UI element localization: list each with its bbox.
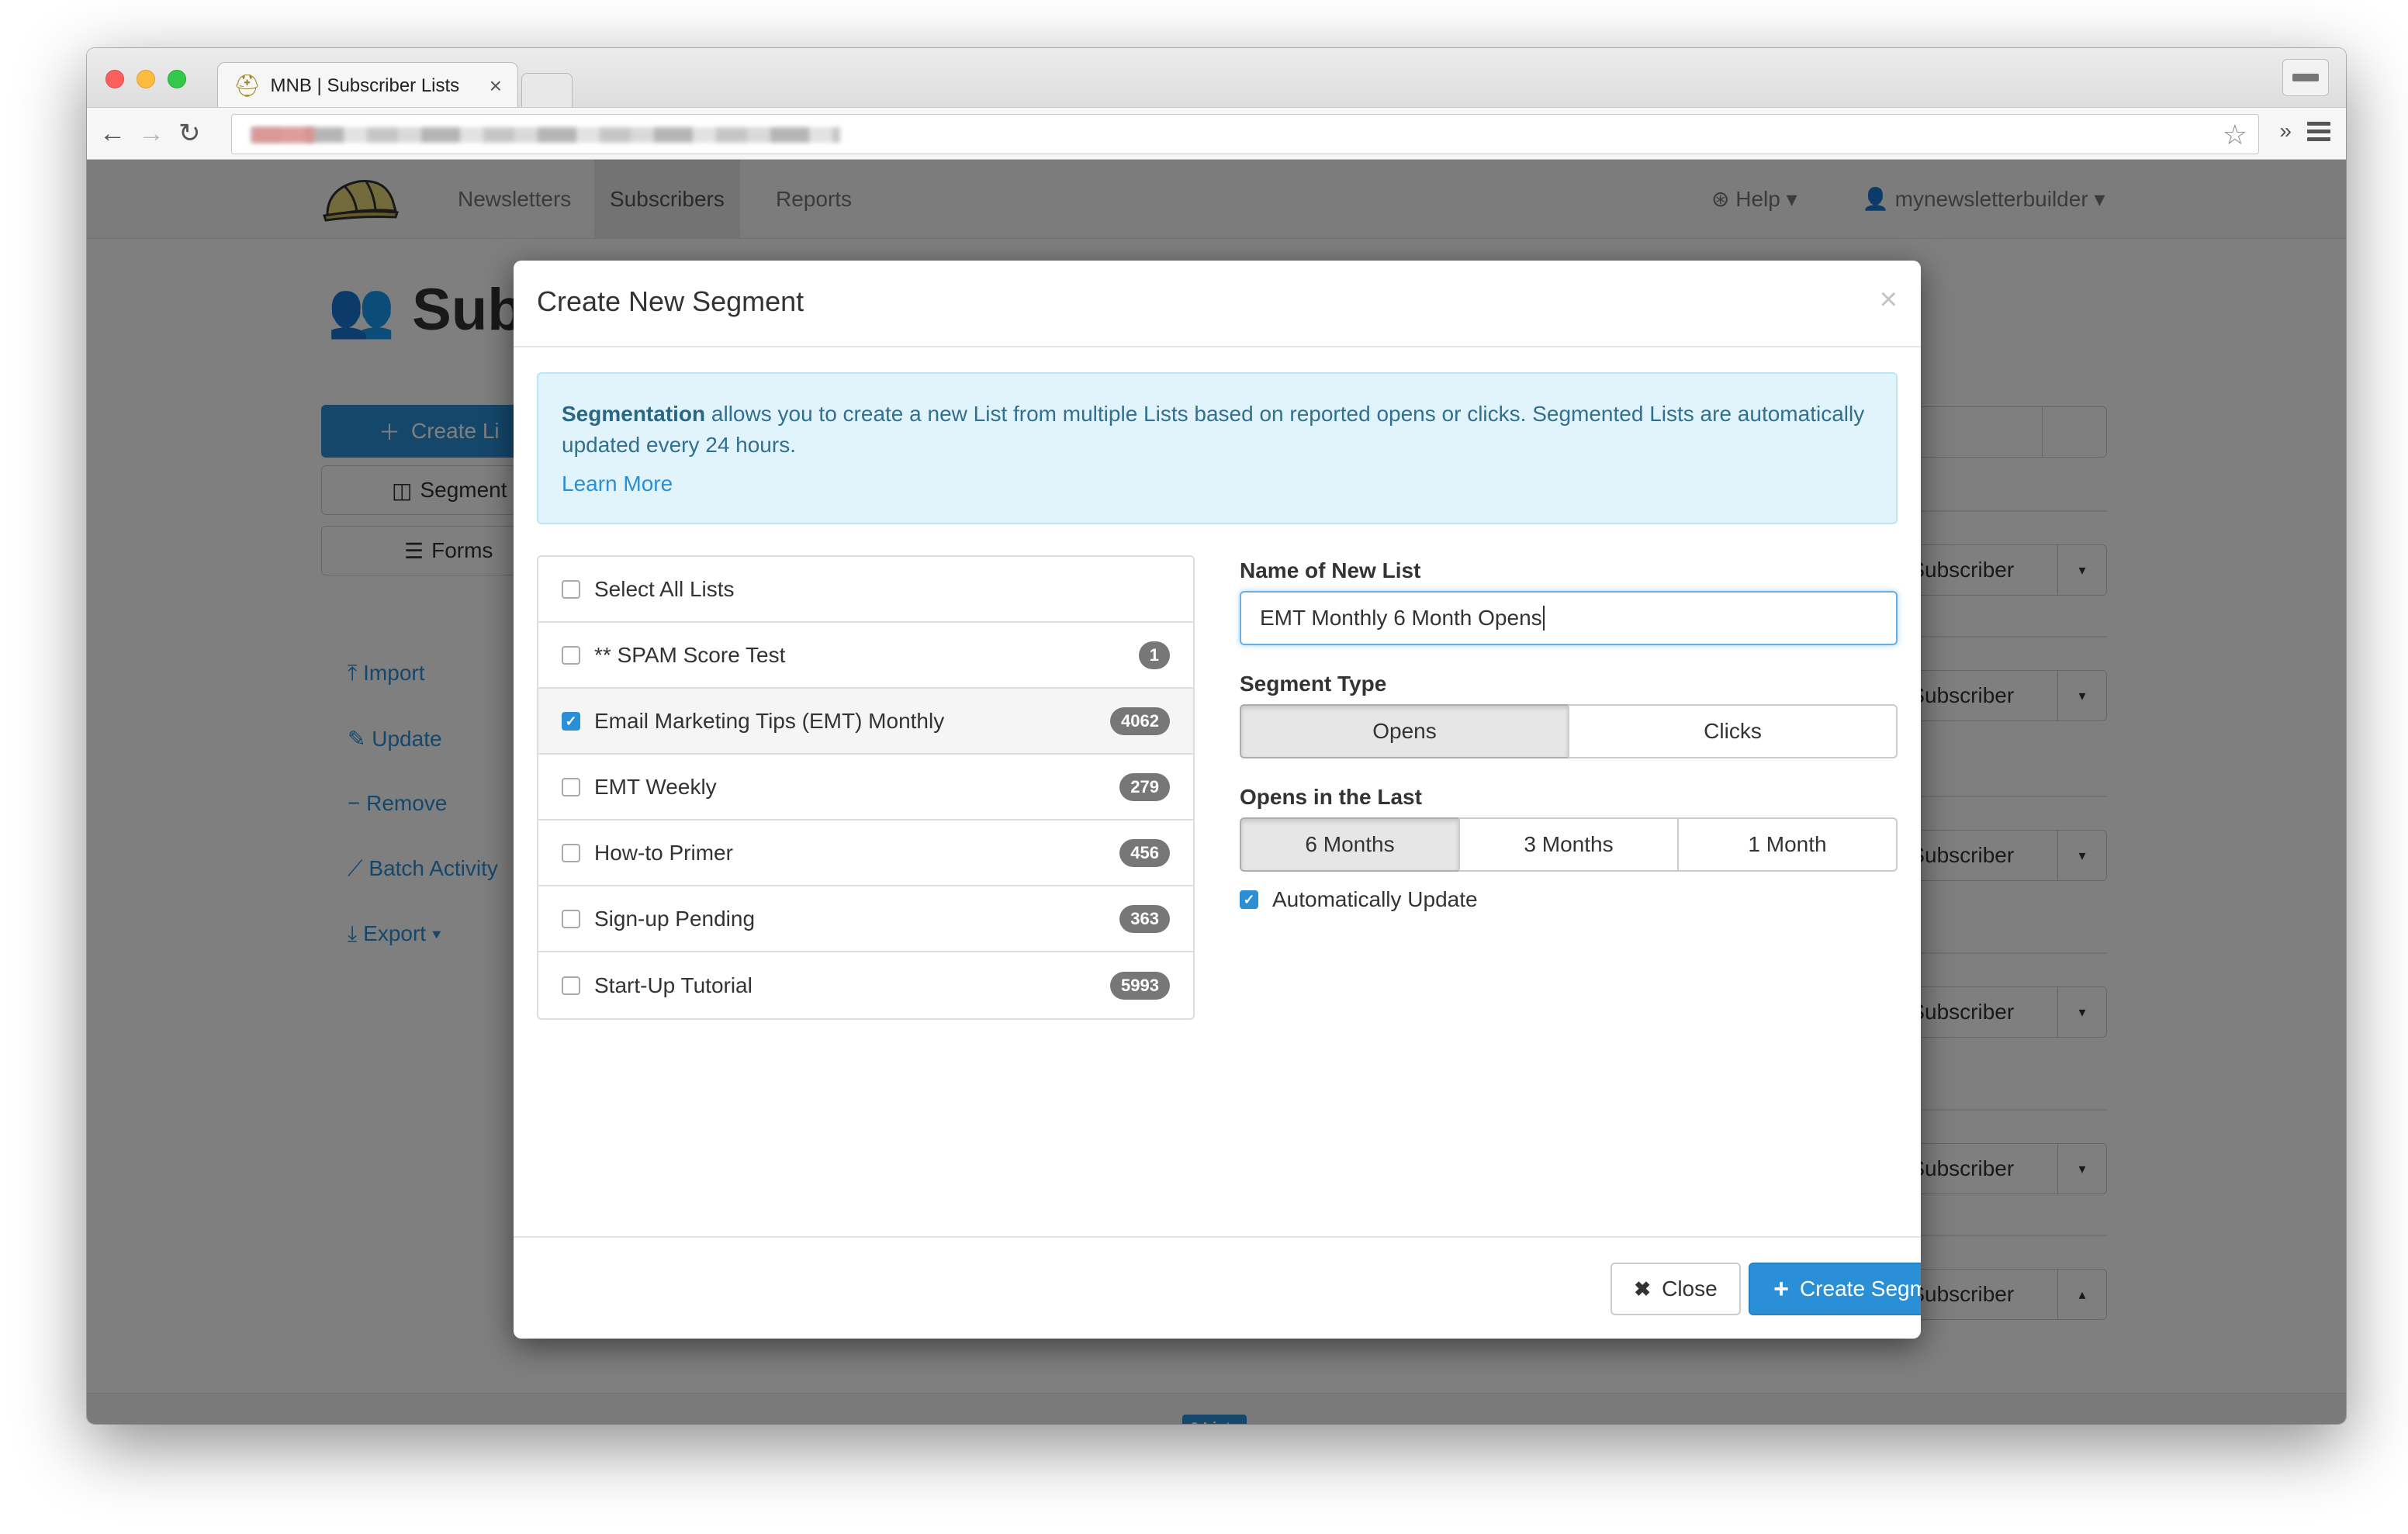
select-all-label: Select All Lists xyxy=(594,576,735,601)
x-icon: ✖ xyxy=(1634,1277,1652,1301)
close-label: Close xyxy=(1662,1277,1718,1301)
new-tab-button[interactable] xyxy=(521,73,573,107)
list-name-input[interactable]: EMT Monthly 6 Month Opens xyxy=(1240,591,1898,645)
hardhat-favicon-icon: ⛑ xyxy=(234,73,261,98)
browser-window: ⛑ MNB | Subscriber Lists × ← → ↻ ☆ » New… xyxy=(87,48,2346,1424)
segment-type-group: Opens Clicks xyxy=(1240,704,1898,758)
browser-titlebar: ⛑ MNB | Subscriber Lists × xyxy=(87,48,2346,109)
modal-title: Create New Segment xyxy=(537,285,804,317)
select-all-row[interactable]: Select All Lists xyxy=(538,557,1193,623)
clicks-button[interactable]: Clicks xyxy=(1568,704,1898,758)
text-caret xyxy=(1542,606,1545,631)
browser-tab[interactable]: ⛑ MNB | Subscriber Lists × xyxy=(217,62,518,109)
forward-arrow-icon[interactable]: → xyxy=(138,116,164,151)
auto-update-checkbox[interactable] xyxy=(1240,890,1258,909)
reload-icon[interactable]: ↻ xyxy=(178,116,201,151)
list-checkbox[interactable] xyxy=(562,909,580,928)
list-item[interactable]: EMT Weekly 279 xyxy=(538,755,1193,821)
segmentation-info-alert: Segmentation allows you to create a new … xyxy=(537,372,1898,524)
list-name: Sign-up Pending xyxy=(594,906,756,931)
select-all-checkbox[interactable] xyxy=(562,579,580,599)
info-text: allows you to create a new List from mul… xyxy=(562,402,1865,457)
list-name: Start-Up Tutorial xyxy=(594,973,752,997)
modal-footer: ✖ Close + Create Segment xyxy=(514,1236,1921,1339)
tab-title: MNB | Subscriber Lists xyxy=(270,74,460,96)
lists-panel: Select All Lists ** SPAM Score Test 1 Em… xyxy=(537,555,1195,1020)
hamburger-menu-icon[interactable] xyxy=(2307,122,2330,145)
auto-update-row[interactable]: Automatically Update xyxy=(1240,887,1898,912)
list-checkbox[interactable] xyxy=(562,976,580,995)
count-badge: 363 xyxy=(1119,904,1170,933)
blurred-url xyxy=(251,127,840,143)
opens-button[interactable]: Opens xyxy=(1240,704,1569,758)
list-item[interactable]: Email Marketing Tips (EMT) Monthly 4062 xyxy=(538,689,1193,755)
list-name-value: EMT Monthly 6 Month Opens xyxy=(1260,606,1542,630)
period-group: 6 Months 3 Months 1 Month xyxy=(1240,817,1898,872)
create-segment-modal: Create New Segment × Segmentation allows… xyxy=(514,261,1921,1339)
list-item[interactable]: How-to Primer 456 xyxy=(538,821,1193,886)
name-label: Name of New List xyxy=(1240,558,1421,582)
list-item[interactable]: Start-Up Tutorial 5993 xyxy=(538,952,1193,1018)
minimize-window-button[interactable] xyxy=(137,70,155,88)
extensions-chevron-icon[interactable]: » xyxy=(2279,119,2292,143)
count-badge: 456 xyxy=(1119,838,1170,867)
close-button[interactable]: ✖ Close xyxy=(1611,1263,1741,1315)
list-name: Email Marketing Tips (EMT) Monthly xyxy=(594,708,945,733)
create-segment-button[interactable]: + Create Segment xyxy=(1749,1263,1921,1315)
three-months-button[interactable]: 3 Months xyxy=(1458,817,1679,872)
back-arrow-icon[interactable]: ← xyxy=(99,116,126,151)
auto-update-label: Automatically Update xyxy=(1272,887,1478,911)
learn-more-link[interactable]: Learn More xyxy=(562,468,1873,499)
list-name: How-to Primer xyxy=(594,840,733,865)
count-badge: 5993 xyxy=(1110,971,1170,1000)
profile-button[interactable] xyxy=(2282,59,2329,96)
one-month-button[interactable]: 1 Month xyxy=(1677,817,1898,872)
tab-close-icon[interactable]: × xyxy=(490,74,502,97)
count-badge: 4062 xyxy=(1110,707,1170,735)
list-checkbox[interactable] xyxy=(562,711,580,731)
list-checkbox[interactable] xyxy=(562,645,580,665)
list-item[interactable]: ** SPAM Score Test 1 xyxy=(538,623,1193,689)
list-checkbox[interactable] xyxy=(562,843,580,862)
count-badge: 279 xyxy=(1119,772,1170,801)
page-content: Newsletters Subscribers Reports ⊛ Help ▾… xyxy=(87,160,2346,1424)
list-item[interactable]: Sign-up Pending 363 xyxy=(538,886,1193,952)
bookmark-star-icon[interactable]: ☆ xyxy=(2223,119,2247,150)
zoom-window-button[interactable] xyxy=(168,70,186,88)
browser-toolbar: ← → ↻ ☆ » xyxy=(87,107,2346,160)
blurred-url-scheme xyxy=(252,127,314,143)
six-months-button[interactable]: 6 Months xyxy=(1240,817,1460,872)
info-bold: Segmentation xyxy=(562,402,706,426)
close-window-button[interactable] xyxy=(106,70,124,88)
segment-type-label: Segment Type xyxy=(1240,672,1387,696)
profile-icon xyxy=(2292,74,2319,81)
list-checkbox[interactable] xyxy=(562,777,580,796)
plus-icon: + xyxy=(1773,1273,1789,1304)
list-name: ** SPAM Score Test xyxy=(594,642,786,667)
opens-period-label: Opens in the Last xyxy=(1240,785,1422,809)
address-bar[interactable]: ☆ xyxy=(231,114,2259,154)
segment-form: Name of New List EMT Monthly 6 Month Ope… xyxy=(1240,555,1898,912)
count-badge: 1 xyxy=(1138,641,1170,669)
modal-header: Create New Segment × xyxy=(514,261,1921,347)
list-name: EMT Weekly xyxy=(594,774,717,799)
close-icon[interactable]: × xyxy=(1880,284,1898,315)
create-segment-label: Create Segment xyxy=(1799,1277,1921,1301)
